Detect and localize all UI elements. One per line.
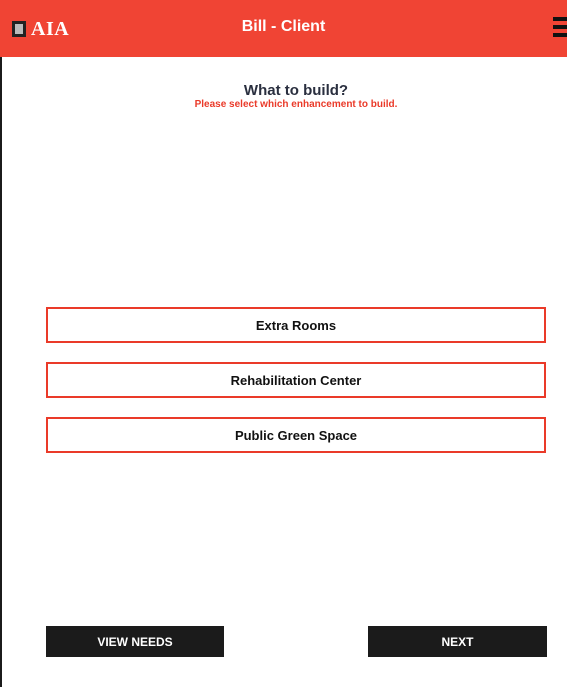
page-heading: What to build?: [243, 82, 349, 99]
header-title: Bill - Client: [241, 18, 326, 35]
app-header: AIA Bill - Client: [0, 0, 567, 57]
next-button[interactable]: NEXT: [368, 626, 547, 657]
option-rehabilitation-center[interactable]: Rehabilitation Center: [46, 362, 546, 398]
option-public-green-space[interactable]: Public Green Space: [46, 417, 546, 453]
hamburger-menu-icon[interactable]: [553, 17, 567, 37]
page-subheading: Please select which enhancement to build…: [194, 99, 398, 110]
view-needs-button[interactable]: VIEW NEEDS: [46, 626, 224, 657]
option-extra-rooms[interactable]: Extra Rooms: [46, 307, 546, 343]
